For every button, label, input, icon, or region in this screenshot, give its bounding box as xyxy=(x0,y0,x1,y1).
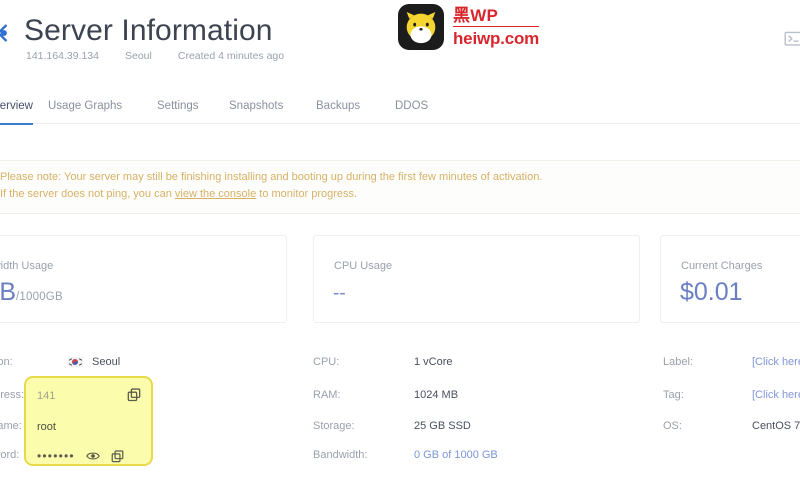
eye-reveal-icon[interactable] xyxy=(85,449,100,463)
notice-text-before: If the server does not ping, you can xyxy=(0,188,175,200)
card-bandwidth-title: Bandwidth Usage xyxy=(0,260,54,272)
server-created-text: Created 4 minutes ago xyxy=(177,50,285,62)
notice-text-after: to monitor progress. xyxy=(256,188,358,200)
detail-label-bandwidth: Bandwidth: xyxy=(313,449,368,461)
detail-label-username: Username: xyxy=(0,420,22,432)
card-bandwidth-unit: /1000GB xyxy=(16,291,63,303)
detail-value-location: Seoul xyxy=(68,354,120,371)
tab-overview[interactable]: Overview xyxy=(0,92,33,125)
notice-line-2: If the server does not ping, you can vie… xyxy=(0,186,800,203)
back-arrow-icon[interactable] xyxy=(0,22,14,44)
detail-label-ip-address: IP Address: xyxy=(0,389,25,401)
detail-label-os: OS: xyxy=(663,420,682,432)
server-information-page: Server Information 141.164.39.134 Seoul Cr… xyxy=(0,0,800,500)
watermark-text: 黑WP heiwp.com xyxy=(453,7,539,47)
detail-value-cpu: 1 vCore xyxy=(414,356,453,368)
highlight-username-value[interactable]: root xyxy=(37,419,56,435)
watermark-bottom-text: heiwp.com xyxy=(453,29,540,48)
detail-label-cpu: CPU: xyxy=(313,356,340,368)
detail-label-storage: Storage: xyxy=(313,420,355,432)
highlight-password-masked: ••••••• xyxy=(37,449,75,463)
detail-value-label[interactable]: [Click here to set] xyxy=(752,354,800,371)
south-korea-flag-icon xyxy=(68,357,83,368)
detail-value-ram: 1024 MB xyxy=(414,389,459,401)
server-meta: 141.164.39.134 Seoul Created 4 minutes ago xyxy=(26,50,284,62)
detail-location-text: Seoul xyxy=(92,356,121,368)
copy-ip-icon[interactable] xyxy=(127,388,141,402)
card-bandwidth-usage: Bandwidth Usage 0GB/1000GB xyxy=(0,235,287,323)
card-charges-title: Current Charges xyxy=(681,260,763,272)
detail-label-location: Location: xyxy=(0,356,13,368)
detail-value-tag[interactable]: [Click here to set] xyxy=(752,387,800,404)
tab-backups[interactable]: Backups xyxy=(316,92,360,123)
watermark-logo: 黑WP heiwp.com xyxy=(398,2,578,52)
card-charges-value: $0.01 xyxy=(680,278,743,306)
watermark-top-text: 黑WP xyxy=(453,7,540,27)
highlight-password-row: ••••••• xyxy=(37,448,124,464)
detail-value-bandwidth[interactable]: 0 GB of 1000 GB xyxy=(414,447,498,464)
page-title: Server Information xyxy=(24,14,273,47)
console-screen-icon[interactable] xyxy=(784,31,800,48)
server-ip-text: 141.164.39.134 xyxy=(26,50,99,62)
tab-ddos[interactable]: DDOS xyxy=(395,92,428,123)
card-cpu-usage: CPU Usage -- xyxy=(313,235,640,323)
tab-settings[interactable]: Settings xyxy=(157,92,199,123)
detail-label-tag: Tag: xyxy=(663,389,684,401)
detail-label-label: Label: xyxy=(663,356,693,368)
notice-line-1: Please note: Your server may still be fi… xyxy=(0,171,543,183)
tab-bar: Overview Usage Graphs Settings Snapshots… xyxy=(0,92,800,125)
card-current-charges: Current Charges $0.01 xyxy=(660,235,800,323)
server-region-text: Seoul xyxy=(125,50,152,62)
card-cpu-value: -- xyxy=(333,283,346,304)
card-bandwidth-value: 0GB/1000GB xyxy=(0,278,63,307)
card-bandwidth-number: 0GB xyxy=(0,278,17,306)
detail-label-ram: RAM: xyxy=(313,389,341,401)
copy-password-icon[interactable] xyxy=(111,449,124,463)
view-console-link[interactable]: view the console xyxy=(175,188,256,200)
server-details: Location: Seoul IP Address: Username: Pa… xyxy=(0,348,800,500)
tab-usage-graphs[interactable]: Usage Graphs xyxy=(48,92,122,123)
card-cpu-title: CPU Usage xyxy=(334,260,393,272)
tab-snapshots[interactable]: Snapshots xyxy=(229,92,283,123)
detail-value-storage: 25 GB SSD xyxy=(414,420,471,432)
credentials-highlight-box: 141 root ••••••• xyxy=(24,376,153,466)
detail-value-os: CentOS 7 x64 xyxy=(752,420,800,432)
page-header: Server Information 141.164.39.134 Seoul Cr… xyxy=(0,0,800,92)
stat-cards: Bandwidth Usage 0GB/1000GB CPU Usage -- … xyxy=(0,235,800,323)
detail-label-password: Password: xyxy=(0,449,20,461)
highlight-ip-value[interactable]: 141 xyxy=(37,388,55,404)
installation-notice-banner: Please note: Your server may still be fi… xyxy=(0,160,800,214)
shiba-face-icon xyxy=(398,4,444,50)
